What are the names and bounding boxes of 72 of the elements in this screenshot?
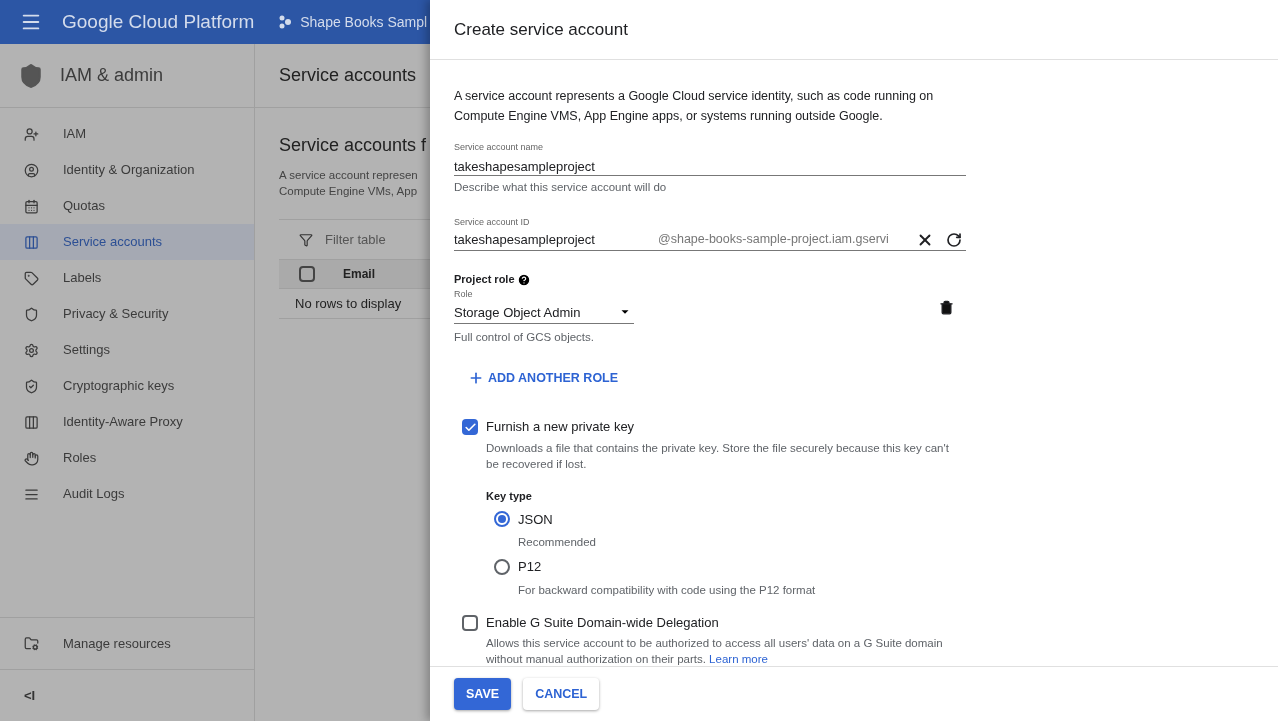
id-suffix: @shape-books-sample-project.iam.gservi: [658, 231, 889, 249]
learn-more-link[interactable]: Learn more: [709, 653, 768, 666]
checkbox-label: Enable G Suite Domain-wide Delegation: [486, 613, 719, 632]
section-title: Service accounts f: [279, 134, 428, 157]
collapse-button[interactable]: <I: [24, 685, 36, 706]
help-icon[interactable]: [516, 272, 531, 287]
role-select[interactable]: Storage Object Admin: [454, 301, 634, 325]
dialog-title: Create service account: [454, 18, 628, 41]
sidebar-title: IAM & admin: [60, 64, 164, 87]
field-label: Service account name: [454, 141, 545, 154]
checkbox[interactable]: [462, 419, 478, 435]
section-heading: Key type: [486, 488, 533, 504]
field-hint: Describe what this service account will do: [454, 179, 668, 195]
columns-icon: [24, 234, 39, 250]
sidebar-item[interactable]: Identity & Organization: [0, 152, 254, 188]
shield-check-icon: [24, 378, 39, 394]
page-title: Service accounts: [279, 64, 417, 87]
dots-icon: [278, 15, 293, 29]
radio-label: JSON: [518, 510, 553, 529]
filter-field[interactable]: Filter table: [325, 229, 386, 250]
radio-hint: Recommended: [518, 535, 597, 551]
account-circle-icon: [24, 162, 39, 178]
option-description: Allows this service account to be authorized to access all users' data on a G Suite domain without manual authorization on their parts. Learn more: [486, 636, 944, 666]
description-text: A service account represen: [279, 168, 419, 183]
description-text: Compute Engine VMs, App: [279, 184, 419, 199]
sidebar-item[interactable]: Cryptographic keys: [0, 368, 254, 404]
person-add-icon: [24, 126, 39, 142]
tag-icon: [24, 270, 39, 286]
radio-hint: For backward compatibility with code using the P12 format: [518, 582, 817, 598]
option-description: Downloads a file that contains the private key. Store the file securely because this key can't be recovered if lost.: [486, 440, 950, 472]
add-role-button[interactable]: ADD ANOTHER ROLE: [468, 368, 619, 388]
sidebar-item[interactable]: IAM: [0, 116, 254, 152]
settings-icon: [24, 342, 39, 358]
select-all-checkbox[interactable]: [299, 266, 315, 282]
columns-icon: [24, 414, 39, 430]
column-header: Email: [343, 266, 375, 283]
radio-label: P12: [518, 557, 542, 576]
empty-message: No rows to display: [295, 294, 402, 313]
sidebar-item[interactable]: Roles: [0, 440, 254, 476]
calendar-icon: [24, 198, 39, 214]
sidebar-item[interactable]: Service accounts: [0, 224, 254, 260]
folder-settings-icon: [24, 636, 39, 651]
name-field[interactable]: takeshapesampleproject: [454, 154, 966, 176]
save-button[interactable]: SAVE: [454, 678, 512, 710]
intro-text: A service account represents a Google Cloud service identity, such as code running on Compute Engine VMS, App Engine apps, or systems running outside Google.: [454, 88, 935, 125]
section-heading: Project role: [454, 272, 515, 288]
hand-icon: [24, 450, 39, 466]
checkbox[interactable]: [462, 614, 478, 631]
field-label: Service account ID: [454, 215, 531, 229]
sidebar-item[interactable]: Audit Logs: [0, 476, 254, 512]
checkbox-label: Furnish a new private key: [486, 418, 635, 437]
delete-icon[interactable]: [939, 299, 954, 315]
product-name[interactable]: Google Cloud Platform: [62, 7, 255, 37]
refresh-icon[interactable]: [946, 231, 962, 248]
sidebar-item[interactable]: Labels: [0, 260, 254, 296]
cancel-button[interactable]: CANCEL: [523, 678, 600, 710]
shield-icon: [24, 306, 39, 322]
radio-button[interactable]: [494, 511, 510, 528]
sidebar-item[interactable]: Identity-Aware Proxy: [0, 404, 254, 440]
shield-icon: [18, 62, 44, 89]
list-icon: [24, 486, 39, 502]
id-field[interactable]: takeshapesampleproject: [454, 230, 658, 250]
check-icon: [463, 420, 477, 434]
sidebar-item[interactable]: Privacy & Security: [0, 296, 254, 332]
field-label: Role: [454, 287, 474, 301]
field-hint: Full control of GCS objects.: [454, 330, 595, 346]
sidebar-item[interactable]: Settings: [0, 332, 254, 368]
sidebar-item[interactable]: Quotas: [0, 188, 254, 224]
filter-icon: [299, 232, 313, 247]
project-selector[interactable]: Shape Books Sampl: [300, 11, 428, 33]
manage-resources-link[interactable]: Manage resources: [63, 633, 171, 654]
radio-button[interactable]: [494, 558, 510, 575]
